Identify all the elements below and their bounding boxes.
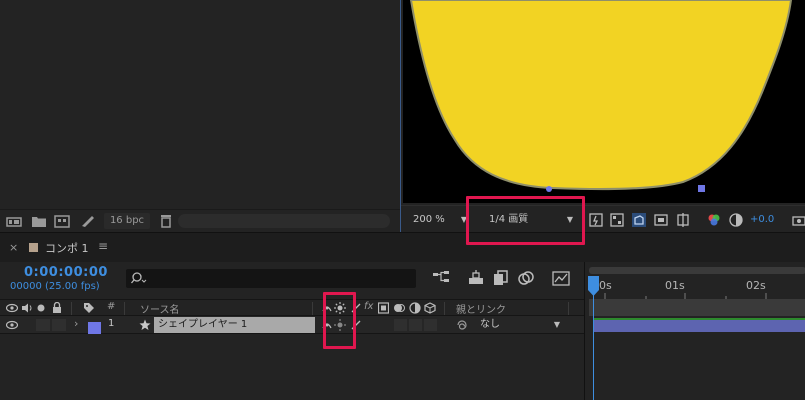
hide-shy-layers-icon[interactable]: [492, 269, 510, 287]
ruler-label: 02s: [746, 279, 766, 292]
region-of-interest-icon[interactable]: [654, 213, 668, 227]
project-footer: 16 bpc: [0, 209, 400, 231]
ruler-label: 01s: [665, 279, 685, 292]
current-time-display[interactable]: 0:00:00:00: [24, 265, 108, 280]
fast-previews-icon[interactable]: [589, 213, 603, 227]
motion-blur-switch[interactable]: [394, 319, 407, 331]
frame-blend-header-icon: [378, 302, 389, 314]
lock-icon: [53, 302, 61, 313]
timeline-graph-area: 0s 01s 02s: [584, 262, 805, 400]
column-separator: [312, 302, 313, 315]
solo-switch[interactable]: [36, 319, 50, 331]
layer-name-field[interactable]: シェイプレイヤー 1: [154, 317, 315, 333]
parent-dropdown[interactable]: なし ▼: [476, 317, 566, 333]
frame-blending-icon[interactable]: [517, 269, 535, 287]
label-tag-icon: [84, 303, 94, 313]
layer-label-swatch: [88, 322, 101, 334]
3d-layer-switch[interactable]: [424, 319, 437, 331]
layer-column-header: # ソース名 fx 親とリンク: [0, 299, 584, 316]
new-composition-icon[interactable]: [54, 214, 70, 228]
timeline-tab-bar: × コンポ 1 ≡: [0, 232, 805, 262]
lock-switch[interactable]: [52, 319, 66, 331]
ruler-label: 0s: [599, 279, 612, 292]
viewer-toolbar: 200 % ▼ 1/4 画質 ▼ +0.0: [401, 205, 805, 232]
composition-flowchart-icon[interactable]: [432, 269, 450, 287]
column-separator: [71, 302, 72, 315]
new-folder-icon[interactable]: [31, 214, 47, 228]
collapse-switch-highlight-box: [323, 292, 356, 349]
column-separator: [568, 302, 569, 315]
shape-layer-preview: [409, 0, 793, 192]
work-area-bar[interactable]: [589, 299, 805, 316]
resolution-highlight-box: [466, 196, 585, 245]
composition-canvas[interactable]: [403, 0, 805, 203]
draft-3d-icon[interactable]: [467, 269, 485, 287]
viewer-panel: 200 % ▼ 1/4 画質 ▼ +0.0: [400, 0, 805, 232]
audio-icon: [22, 303, 32, 313]
snapshot-camera-icon[interactable]: [792, 213, 805, 227]
bit-depth-button[interactable]: 16 bpc: [104, 213, 150, 229]
chevron-down-icon: ▼: [553, 320, 560, 329]
trash-icon[interactable]: [158, 214, 174, 228]
exposure-value[interactable]: +0.0: [750, 211, 774, 229]
magnification-dropdown[interactable]: 200 % ▼: [405, 211, 473, 229]
frame-count-display: 00000 (25.00 fps): [10, 281, 100, 292]
anchor-point[interactable]: [546, 186, 552, 192]
layer-search-input[interactable]: [126, 269, 416, 288]
video-visibility-icon: [6, 303, 18, 313]
adjustment-layer-header-icon: [409, 302, 421, 314]
grid-guides-icon[interactable]: [676, 213, 690, 227]
3d-layer-header-icon: [424, 302, 436, 314]
tab-composition[interactable]: コンポ 1: [45, 240, 89, 256]
solo-icon: [37, 304, 45, 312]
column-separator: [444, 302, 445, 315]
time-ruler[interactable]: 0s 01s 02s: [585, 279, 805, 299]
effects-header: fx: [364, 301, 374, 312]
render-queue-icon[interactable]: [80, 214, 96, 228]
interpret-footage-icon[interactable]: [6, 214, 22, 228]
layer-index: 1: [108, 318, 115, 329]
rgb-channels-icon[interactable]: [707, 213, 721, 227]
shape-path[interactable]: [409, 0, 793, 191]
column-separator: [124, 302, 125, 315]
expand-layer-icon[interactable]: ›: [74, 317, 78, 330]
layer-duration-bar[interactable]: [593, 318, 805, 332]
playhead-handle[interactable]: [588, 276, 599, 302]
timeline-layer-panel: 0:00:00:00 00000 (25.00 fps) # ソース名 fx 親…: [0, 262, 584, 400]
exposure-reset-icon[interactable]: [729, 213, 743, 227]
layer-row[interactable]: › 1 シェイプレイヤー 1 なし ▼: [0, 316, 584, 334]
transform-handle[interactable]: [698, 185, 705, 192]
graph-editor-icon[interactable]: [552, 269, 570, 287]
adjustment-layer-switch[interactable]: [409, 319, 422, 331]
panel-menu-icon[interactable]: ≡: [98, 239, 108, 253]
column-source-name-header[interactable]: ソース名: [140, 301, 180, 316]
project-scrollbar[interactable]: [178, 214, 390, 228]
close-tab-icon[interactable]: ×: [9, 241, 18, 254]
layer-visibility-icon[interactable]: [6, 320, 18, 330]
transparency-grid-icon[interactable]: [610, 213, 624, 227]
layer-label-color[interactable]: [88, 319, 101, 334]
column-index-header: #: [107, 301, 116, 312]
time-navigator[interactable]: [589, 267, 805, 274]
mask-visibility-icon[interactable]: [632, 213, 646, 227]
search-icon: [131, 272, 147, 284]
column-parent-link-header[interactable]: 親とリンク: [456, 301, 506, 316]
project-panel: [0, 0, 400, 232]
magnification-value: 200 %: [413, 214, 445, 225]
pick-whip-icon[interactable]: [456, 319, 468, 331]
parent-value: なし: [480, 319, 500, 330]
comp-label-swatch: [29, 243, 38, 252]
shape-layer-star-icon: [139, 319, 151, 330]
motion-blur-header-icon: [394, 304, 405, 312]
